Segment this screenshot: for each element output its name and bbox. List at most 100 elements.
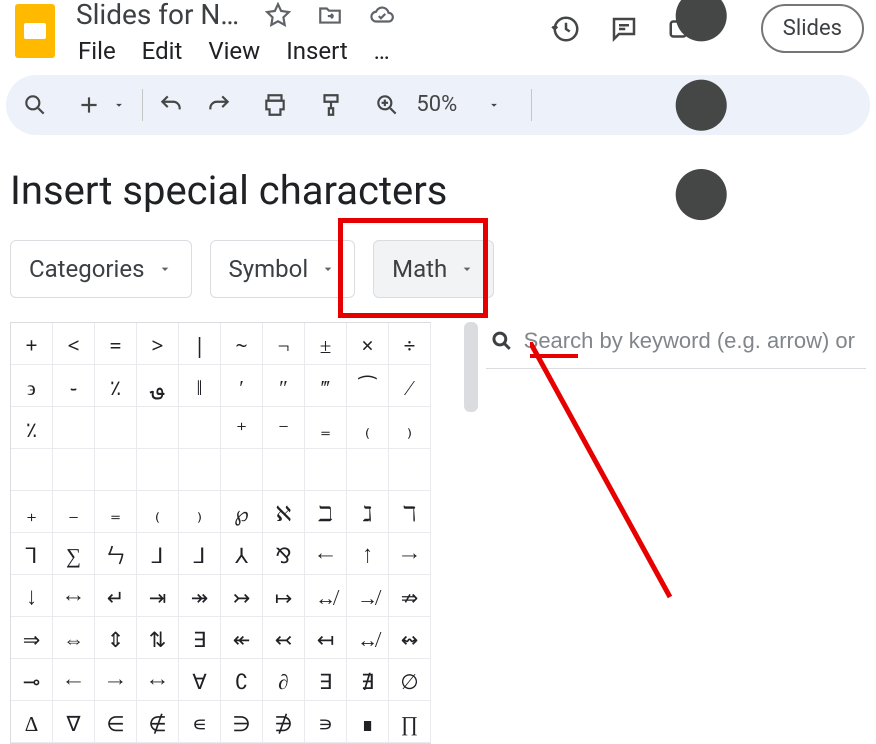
char-cell[interactable]: ₋ [53, 491, 95, 533]
doc-title[interactable]: Slides for N… [76, 0, 239, 31]
char-cell[interactable]: ٪ [95, 365, 137, 407]
char-cell[interactable]: ↵ [95, 575, 137, 617]
char-cell[interactable]: ↭ [389, 617, 431, 659]
char-cell[interactable]: ℶ [305, 491, 347, 533]
char-cell[interactable]: ↣ [221, 575, 263, 617]
char-cell[interactable]: ↤ [305, 617, 347, 659]
char-cell[interactable]: ֊ [53, 365, 95, 407]
char-cell[interactable]: ⇥ [137, 575, 179, 617]
math-dropdown[interactable]: Math [373, 240, 494, 298]
char-cell[interactable]: ⁻ [263, 407, 305, 449]
char-cell[interactable] [347, 449, 389, 491]
move-folder-icon[interactable] [317, 2, 343, 28]
char-cell[interactable]: ٪ [11, 407, 53, 449]
char-cell[interactable]: ⅋ [263, 533, 305, 575]
char-cell[interactable]: ∏ [389, 701, 431, 743]
char-cell[interactable]: ↑ [347, 533, 389, 575]
char-cell[interactable]: ↔ [53, 575, 95, 617]
char-cell[interactable]: ∂ [263, 659, 305, 701]
char-cell[interactable] [137, 407, 179, 449]
char-cell[interactable] [389, 449, 431, 491]
app-logo[interactable] [10, 0, 60, 58]
char-cell[interactable]: ↦ [263, 575, 305, 617]
char-cell[interactable]: ″ [263, 365, 305, 407]
char-cell[interactable]: ↔ [137, 659, 179, 701]
char-cell[interactable]: ∈ [95, 701, 137, 743]
char-cell[interactable] [137, 449, 179, 491]
char-cell[interactable] [11, 449, 53, 491]
char-cell[interactable]: ⅃ [137, 533, 179, 575]
char-cell[interactable]: ∍ [305, 701, 347, 743]
char-cell[interactable]: ∉ [137, 701, 179, 743]
char-cell[interactable]: ∋ [221, 701, 263, 743]
chevron-down-icon[interactable] [112, 98, 126, 112]
char-cell[interactable]: ↞ [221, 617, 263, 659]
cloud-status-icon[interactable] [369, 2, 395, 28]
char-cell[interactable]: ‖ [179, 365, 221, 407]
char-cell[interactable] [305, 449, 347, 491]
char-cell[interactable]: ↠ [179, 575, 221, 617]
char-cell[interactable]: + [11, 323, 53, 365]
char-cell[interactable]: ÷ [389, 323, 431, 365]
char-cell[interactable]: ⊸ [11, 659, 53, 701]
char-cell[interactable]: ϶ [11, 365, 53, 407]
char-cell[interactable]: ⅂ [11, 533, 53, 575]
char-cell[interactable]: ← [53, 659, 95, 701]
char-cell[interactable]: > [137, 323, 179, 365]
char-cell[interactable]: ⇅ [137, 617, 179, 659]
scroll-thumb[interactable] [464, 322, 478, 412]
undo-icon[interactable] [158, 92, 184, 118]
char-cell[interactable]: ∃ [179, 617, 221, 659]
char-cell[interactable]: ∃ [305, 659, 347, 701]
char-cell[interactable] [179, 407, 221, 449]
char-cell[interactable]: < [53, 323, 95, 365]
char-cell[interactable]: ⁀ [347, 365, 389, 407]
char-search-input[interactable] [524, 328, 862, 354]
menu-insert[interactable]: Insert [286, 37, 347, 65]
char-cell[interactable]: ← [305, 533, 347, 575]
char-cell[interactable]: × [347, 323, 389, 365]
char-cell[interactable]: ↮ [305, 575, 347, 617]
char-cell[interactable]: Δ [11, 701, 53, 743]
char-cell[interactable]: ∑ [53, 533, 95, 575]
zoom-value[interactable]: 50% [416, 92, 457, 117]
redo-icon[interactable] [206, 92, 232, 118]
char-cell[interactable]: ⅄ [221, 533, 263, 575]
char-cell[interactable]: ℘ [221, 491, 263, 533]
char-cell[interactable]: ∇ [53, 701, 95, 743]
search-icon[interactable] [22, 92, 48, 118]
char-cell[interactable]: ⇔ [53, 617, 95, 659]
char-cell[interactable]: ⁄ [389, 365, 431, 407]
char-cell[interactable]: ₎ [179, 491, 221, 533]
char-cell[interactable]: ↓ [11, 575, 53, 617]
char-cell[interactable]: ∄ [347, 659, 389, 701]
char-cell[interactable]: ′ [221, 365, 263, 407]
char-cell[interactable]: ‴ [305, 365, 347, 407]
menu-view[interactable]: View [208, 37, 260, 65]
symbol-dropdown[interactable]: Symbol [210, 240, 356, 298]
char-cell[interactable] [263, 449, 305, 491]
menu-edit[interactable]: Edit [142, 37, 183, 65]
menu-more[interactable]: … [374, 37, 390, 65]
char-cell[interactable]: ∀ [179, 659, 221, 701]
char-cell[interactable]: ℵ [263, 491, 305, 533]
char-cell[interactable]: = [95, 323, 137, 365]
categories-dropdown[interactable]: Categories [10, 240, 192, 298]
char-cell[interactable] [95, 449, 137, 491]
char-cell[interactable]: ؈ [137, 365, 179, 407]
zoom-icon[interactable] [374, 92, 400, 118]
char-cell[interactable]: ⇒ [11, 617, 53, 659]
char-cell[interactable]: ↛ [347, 575, 389, 617]
char-cell[interactable]: ∌ [263, 701, 305, 743]
char-cell[interactable] [221, 449, 263, 491]
char-cell[interactable] [53, 449, 95, 491]
char-cell[interactable]: ₌ [305, 407, 347, 449]
char-cell[interactable]: ⇕ [95, 617, 137, 659]
char-cell[interactable]: ₍ [347, 407, 389, 449]
char-cell[interactable]: ∁ [221, 659, 263, 701]
char-cell[interactable]: ₌ [95, 491, 137, 533]
char-cell[interactable]: ¬ [263, 323, 305, 365]
char-cell[interactable] [179, 449, 221, 491]
char-cell[interactable]: → [389, 533, 431, 575]
char-cell[interactable]: ~ [221, 323, 263, 365]
